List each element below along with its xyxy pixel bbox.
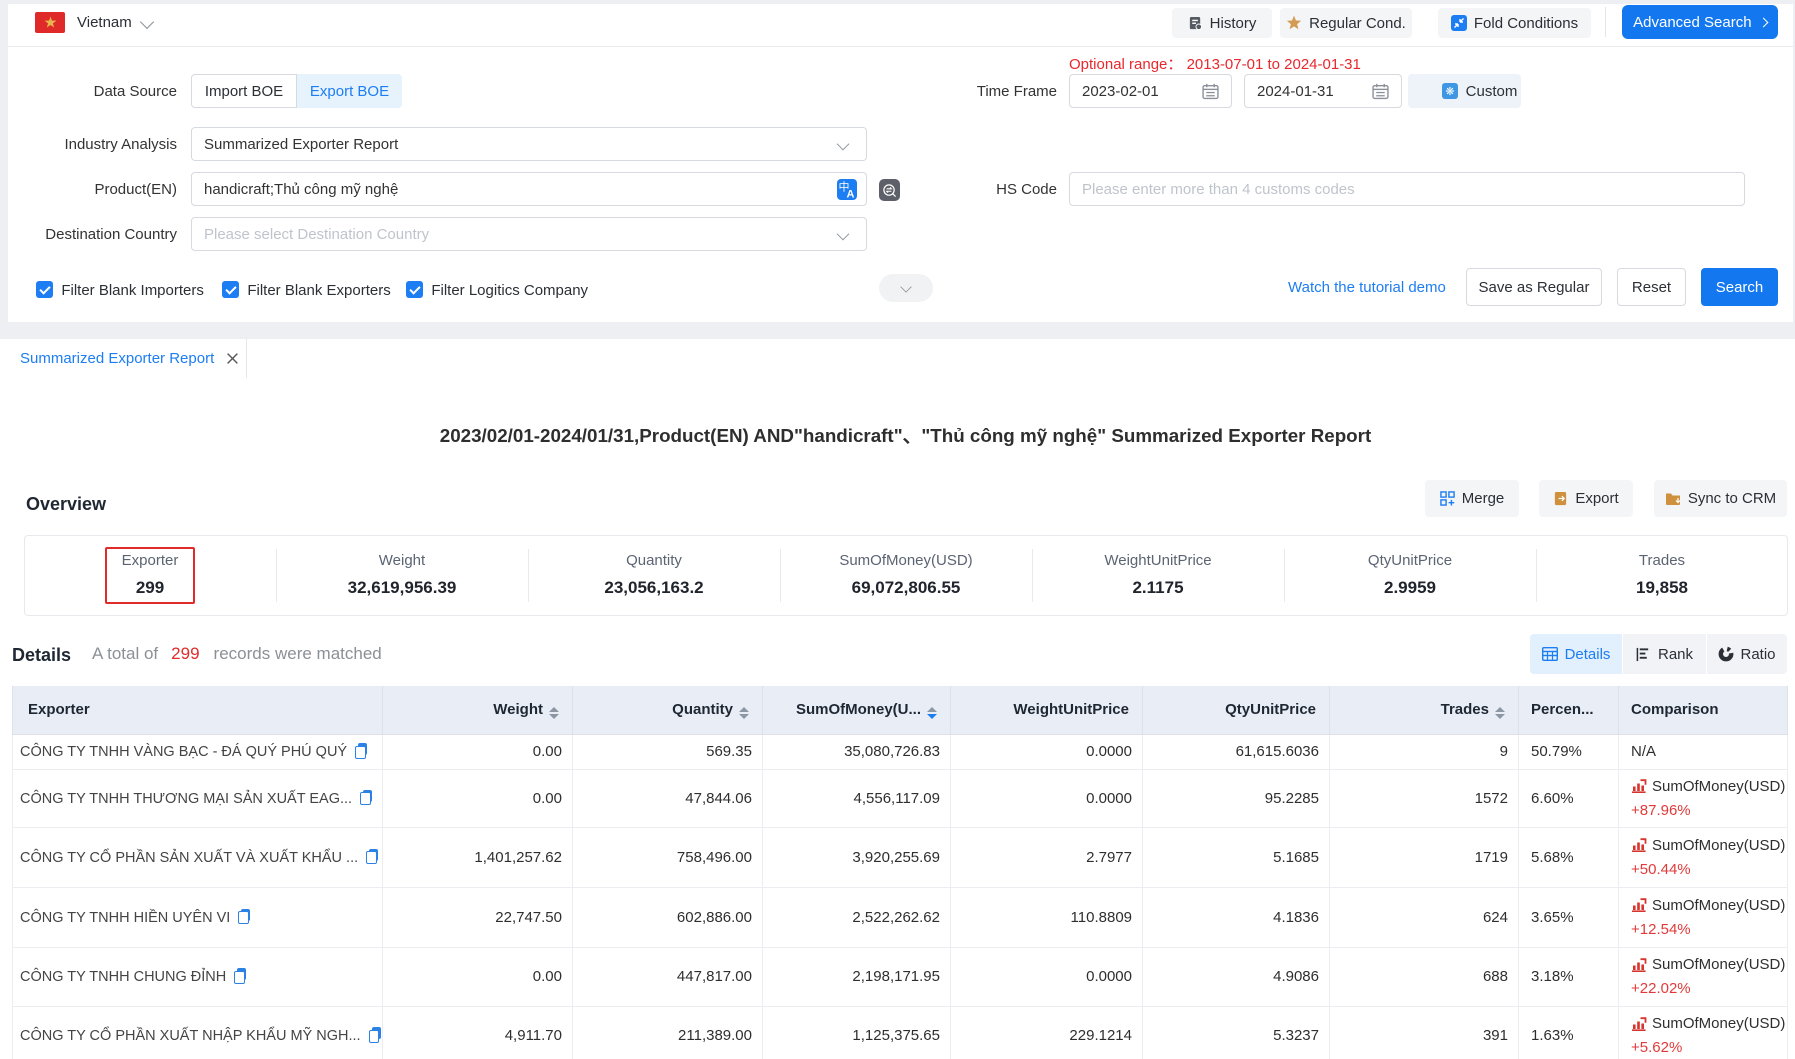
- svg-text:A: A: [847, 189, 855, 201]
- svg-text:❋: ❋: [1445, 86, 1454, 98]
